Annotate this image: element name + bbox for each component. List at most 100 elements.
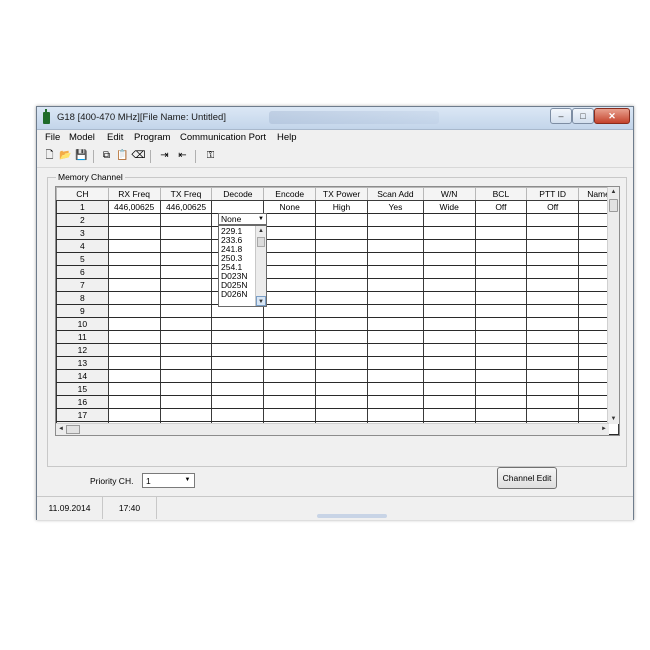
decode-dropdown[interactable]: None ▼: [218, 213, 267, 225]
table-cell[interactable]: [422, 395, 476, 409]
table-cell[interactable]: [422, 382, 476, 396]
table-cell[interactable]: [526, 330, 580, 344]
table-cell[interactable]: [315, 278, 368, 292]
table-row[interactable]: 1 446,00625 446,00625 None High Yes Wide Off Off: [56, 200, 619, 214]
column-header[interactable]: PTT ID: [526, 187, 580, 201]
table-row[interactable]: 2: [56, 213, 619, 227]
table-cell[interactable]: [315, 356, 368, 370]
table-cell[interactable]: [159, 343, 213, 357]
table-cell[interactable]: [263, 213, 317, 227]
table-cell[interactable]: [211, 356, 265, 370]
table-cell[interactable]: [315, 265, 368, 279]
table-cell[interactable]: [211, 317, 265, 331]
scroll-left-icon[interactable]: ◄: [56, 424, 66, 435]
table-cell[interactable]: [315, 408, 368, 422]
table-cell[interactable]: [107, 317, 161, 331]
table-cell[interactable]: [526, 291, 580, 305]
table-cell[interactable]: [422, 369, 476, 383]
table-row[interactable]: 9: [56, 304, 619, 318]
table-cell[interactable]: [474, 278, 528, 292]
table-cell[interactable]: [107, 291, 161, 305]
table-cell[interactable]: Yes: [366, 200, 424, 214]
table-cell[interactable]: [366, 252, 424, 266]
table-cell[interactable]: [263, 343, 317, 357]
table-cell[interactable]: [315, 304, 368, 318]
table-cell[interactable]: [315, 291, 368, 305]
table-cell[interactable]: [526, 278, 580, 292]
table-cell[interactable]: Off: [526, 200, 580, 214]
table-cell[interactable]: [211, 369, 265, 383]
table-cell[interactable]: [315, 252, 368, 266]
table-cell[interactable]: [107, 304, 161, 318]
grid-vertical-scrollbar[interactable]: ▲ ▼: [607, 187, 619, 424]
table-cell[interactable]: [159, 408, 213, 422]
table-cell[interactable]: [366, 304, 424, 318]
table-cell[interactable]: [366, 213, 424, 227]
minimize-button[interactable]: –: [550, 108, 572, 124]
table-cell[interactable]: [263, 252, 317, 266]
column-header[interactable]: TX Power: [315, 187, 368, 201]
table-cell[interactable]: [366, 239, 424, 253]
table-cell[interactable]: [159, 356, 213, 370]
table-cell[interactable]: [366, 369, 424, 383]
table-cell[interactable]: [526, 239, 580, 253]
table-cell[interactable]: [107, 278, 161, 292]
table-row[interactable]: 5: [56, 252, 619, 266]
chevron-down-icon[interactable]: ▼: [256, 214, 266, 224]
eraser-icon[interactable]: ⌫: [131, 149, 146, 164]
scroll-thumb[interactable]: [257, 237, 265, 247]
table-cell[interactable]: [159, 265, 213, 279]
channel-edit-button[interactable]: Channel Edit: [497, 467, 557, 489]
grid-horizontal-scrollbar[interactable]: ◄ ►: [56, 423, 609, 435]
table-cell[interactable]: [526, 317, 580, 331]
table-cell[interactable]: [315, 395, 368, 409]
table-cell[interactable]: [526, 408, 580, 422]
table-cell[interactable]: [366, 226, 424, 240]
table-cell[interactable]: [366, 343, 424, 357]
table-cell[interactable]: [159, 278, 213, 292]
table-cell[interactable]: [526, 265, 580, 279]
table-cell[interactable]: [107, 252, 161, 266]
paste-icon[interactable]: 📋: [115, 149, 130, 164]
table-cell[interactable]: [159, 382, 213, 396]
table-cell[interactable]: [422, 239, 476, 253]
table-row[interactable]: 10: [56, 317, 619, 331]
table-cell[interactable]: [263, 356, 317, 370]
table-row[interactable]: 15: [56, 382, 619, 396]
table-row[interactable]: 6: [56, 265, 619, 279]
table-cell[interactable]: [422, 252, 476, 266]
window-resize-grip[interactable]: [317, 514, 387, 518]
table-cell[interactable]: [422, 265, 476, 279]
table-cell[interactable]: [474, 343, 528, 357]
table-cell[interactable]: [263, 226, 317, 240]
table-cell[interactable]: [159, 252, 213, 266]
table-cell[interactable]: [159, 239, 213, 253]
column-header[interactable]: TX Freq: [159, 187, 213, 201]
table-cell[interactable]: [474, 252, 528, 266]
column-header[interactable]: Encode: [263, 187, 317, 201]
table-cell[interactable]: [474, 265, 528, 279]
table-cell[interactable]: [159, 226, 213, 240]
scroll-thumb[interactable]: [609, 199, 618, 212]
table-cell[interactable]: [107, 330, 161, 344]
table-row[interactable]: 4: [56, 239, 619, 253]
table-cell[interactable]: [315, 330, 368, 344]
scroll-right-icon[interactable]: ►: [599, 424, 609, 435]
table-cell[interactable]: Wide: [422, 200, 476, 214]
table-cell[interactable]: [263, 369, 317, 383]
open-folder-icon[interactable]: 📂: [58, 149, 73, 164]
table-cell[interactable]: [474, 304, 528, 318]
table-cell[interactable]: [263, 408, 317, 422]
table-cell[interactable]: [474, 330, 528, 344]
menu-edit[interactable]: Edit: [107, 132, 123, 143]
table-cell[interactable]: Off: [474, 200, 528, 214]
chevron-down-icon[interactable]: ▼: [182, 475, 193, 486]
table-cell[interactable]: [422, 291, 476, 305]
table-cell[interactable]: [315, 369, 368, 383]
table-cell[interactable]: [159, 291, 213, 305]
new-file-icon[interactable]: 🗋: [42, 149, 57, 164]
table-cell[interactable]: [366, 330, 424, 344]
table-row[interactable]: 7: [56, 278, 619, 292]
table-row[interactable]: 8: [56, 291, 619, 305]
table-cell[interactable]: [366, 356, 424, 370]
